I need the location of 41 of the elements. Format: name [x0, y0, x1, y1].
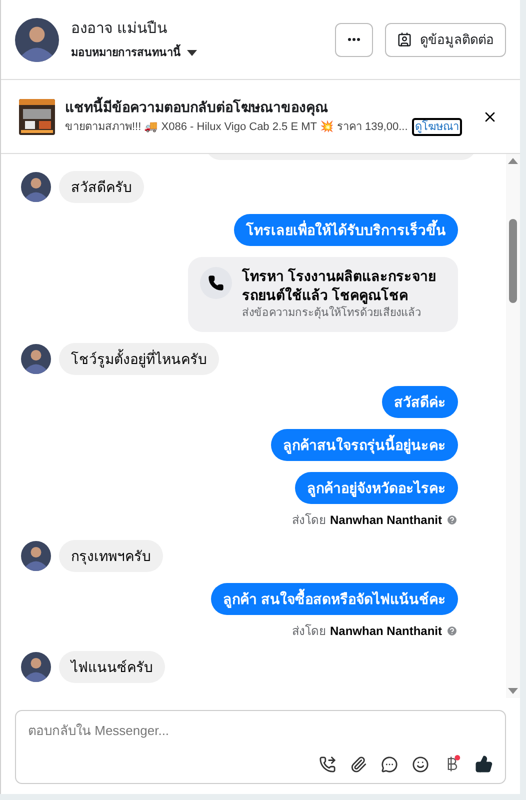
ad-reply-title: แชทนี้มีข้อความตอบกลับต่อโฆษณาของคุณ — [65, 97, 468, 118]
avatar-icon — [15, 18, 59, 62]
call-title: โทรหา โรงงานผลิตและกระจายรถยนต์ใช้แล้ว โชคคูณโชค — [242, 267, 437, 305]
scroll-down-icon[interactable] — [508, 688, 518, 694]
like-icon[interactable] — [475, 755, 493, 773]
outgoing-message: ลูกค้าสนใจรถรุ่นนี้อยู่นะคะ — [271, 428, 458, 460]
contact-card-icon — [397, 32, 412, 47]
incoming-message: สวัสดีครับ — [59, 171, 144, 203]
scroll-thumb[interactable] — [509, 219, 517, 303]
outgoing-message: ลูกค้าอยู่จังหวัดอะไรคะ — [295, 472, 458, 504]
avatar-icon — [21, 652, 51, 682]
contact-info-button[interactable]: ดูข้อมูลติดต่อ — [385, 22, 506, 56]
avatar-icon — [21, 172, 51, 202]
reply-input[interactable]: ตอบกลับใน Messenger... — [28, 721, 493, 740]
outgoing-message: โทรเลยเพื่อให้ได้รับบริการเร็วขึ้น — [234, 214, 458, 246]
avatar-icon — [21, 344, 51, 374]
sender-name: Nanwhan Nanthanit — [330, 622, 442, 640]
attach-icon[interactable] — [350, 756, 367, 772]
incoming-message: กรุงเทพฯครับ — [59, 540, 163, 572]
sender-name: Nanwhan Nanthanit — [330, 512, 442, 528]
caret-icon — [187, 50, 197, 56]
help-icon[interactable] — [446, 624, 458, 636]
phone-icon — [200, 267, 232, 299]
scroll-up-icon[interactable] — [508, 158, 518, 164]
outgoing-message: ลูกค้า สนใจซื้อสดหรือจัดไฟแน้นช์คะ — [211, 582, 458, 614]
help-icon[interactable] — [446, 514, 458, 526]
more-icon — [348, 38, 360, 41]
sent-by-label: ส่งโดย — [292, 512, 326, 528]
call-subtitle: ส่งข้อความกระตุ้นให้โทรด้วยเสียงแล้ว — [242, 305, 422, 321]
outgoing-message: สวัสดีค่ะ — [382, 386, 458, 418]
emoji-icon[interactable] — [412, 756, 429, 772]
incoming-message: ไฟแนนซ์ครับ — [59, 650, 165, 682]
chat-icon[interactable] — [381, 756, 398, 772]
sent-by-label: ส่งโดย — [292, 622, 326, 640]
incoming-message: โชว์รูมตั้งอยู่ที่ไหนครับ — [59, 342, 219, 374]
assign-dropdown[interactable]: มอบหมายการสนทนานี้ — [71, 44, 323, 61]
contact-name: องอาจ แม่นปืน — [71, 19, 168, 39]
avatar-icon — [21, 540, 51, 570]
ad-description: ขายตามสภาพ!!! 🚚 X086 - Hilux Vigo Cab 2.5 E MT 💥 ราคา 139,00... — [65, 120, 408, 135]
view-ad-link[interactable]: ดูโฆษณา — [412, 118, 462, 136]
reply-field[interactable]: ตอบกลับใน Messenger... — [15, 710, 506, 784]
